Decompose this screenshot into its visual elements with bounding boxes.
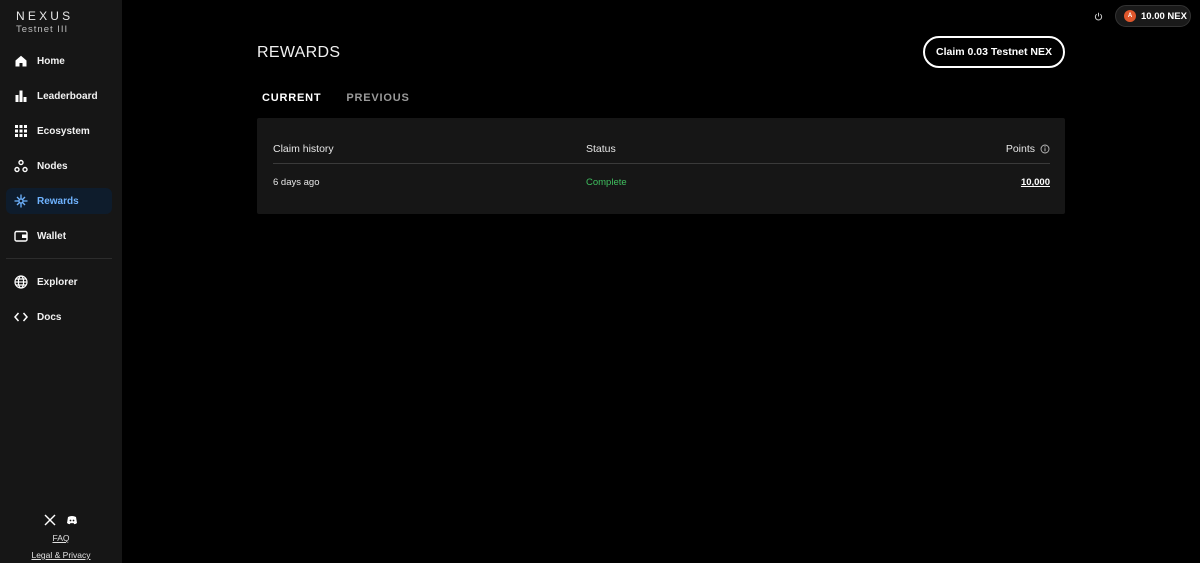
wallet-icon [14, 229, 28, 243]
sidebar-item-nodes[interactable]: Nodes [6, 153, 112, 179]
legal-privacy-link[interactable]: Legal & Privacy [0, 550, 122, 560]
sidebar-item-label: Explorer [37, 276, 78, 288]
sidebar-item-label: Nodes [37, 160, 68, 172]
tab-current[interactable]: CURRENT [262, 92, 321, 104]
rewards-tabs: CURRENT PREVIOUS [262, 92, 410, 104]
info-icon[interactable] [1040, 144, 1050, 154]
power-icon [1094, 8, 1103, 26]
sidebar: NEXUS Testnet III Home Leaderboard Ecosy… [0, 0, 122, 563]
page-title: REWARDS [257, 44, 341, 61]
discord-icon[interactable] [66, 513, 78, 531]
claim-history-table: Claim history Status Points 6 days ago C… [257, 118, 1065, 214]
sidebar-item-label: Docs [37, 311, 62, 323]
sidebar-item-docs[interactable]: Docs [6, 304, 112, 330]
code-icon [14, 310, 28, 324]
x-twitter-icon[interactable] [44, 513, 56, 531]
wallet-balance: 10.00 NEX [1141, 10, 1187, 22]
sidebar-item-label: Home [37, 55, 65, 67]
nodes-icon [14, 159, 28, 173]
sidebar-divider [6, 258, 112, 259]
tab-previous[interactable]: PREVIOUS [346, 92, 409, 104]
grid-icon [14, 124, 28, 138]
points-value[interactable]: 10,000 [1021, 177, 1050, 188]
claim-time: 6 days ago [273, 177, 320, 188]
sidebar-item-home[interactable]: Home [6, 48, 112, 74]
brand-name: NEXUS [16, 9, 74, 23]
sidebar-item-label: Rewards [37, 195, 79, 207]
bar-chart-icon [14, 89, 28, 103]
power-button[interactable] [1091, 10, 1105, 24]
column-header-points-label: Points [1005, 143, 1035, 155]
table-header-divider [273, 163, 1050, 164]
sparkle-icon [14, 194, 28, 208]
sidebar-item-wallet[interactable]: Wallet [6, 223, 112, 249]
globe-icon [14, 275, 28, 289]
sidebar-item-label: Leaderboard [37, 90, 98, 102]
home-icon [14, 54, 28, 68]
column-header-points: Points [1006, 143, 1050, 155]
column-header-status: Status [586, 143, 616, 155]
sidebar-item-ecosystem[interactable]: Ecosystem [6, 118, 112, 144]
sidebar-footer: FAQ Legal & Privacy [0, 503, 122, 563]
status-badge: Complete [586, 177, 627, 188]
sidebar-item-leaderboard[interactable]: Leaderboard [6, 83, 112, 109]
sidebar-item-explorer[interactable]: Explorer [6, 269, 112, 295]
sidebar-item-label: Ecosystem [37, 125, 90, 137]
brand-logo[interactable]: NEXUS Testnet III [16, 9, 73, 36]
social-links [0, 513, 122, 531]
faq-link[interactable]: FAQ [0, 533, 122, 543]
avatar: A [1124, 10, 1136, 22]
sidebar-item-rewards[interactable]: Rewards [6, 188, 112, 214]
wallet-balance-pill[interactable]: A 10.00 NEX [1115, 5, 1191, 27]
claim-rewards-button[interactable]: Claim 0.03 Testnet NEX [923, 36, 1065, 68]
sidebar-item-label: Wallet [37, 230, 67, 242]
brand-subtitle: Testnet III [16, 24, 69, 35]
column-header-claim-history: Claim history [273, 143, 334, 155]
